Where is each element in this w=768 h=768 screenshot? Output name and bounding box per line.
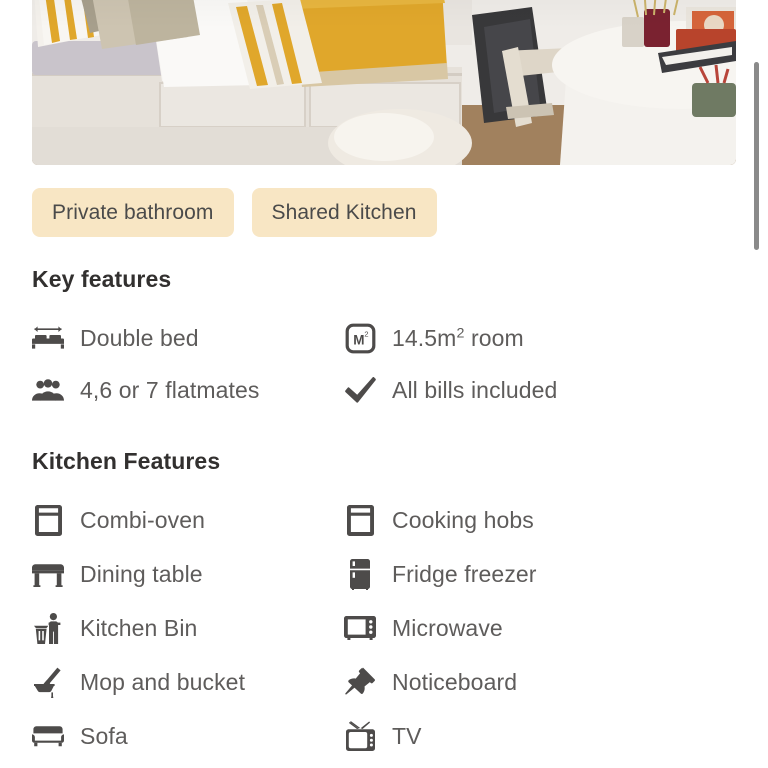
feature-label: All bills included bbox=[392, 376, 558, 403]
feature-combi-oven: Combi-oven bbox=[28, 500, 340, 540]
feature-room-size: M 2 14.5m2 room bbox=[340, 318, 728, 358]
feature-label: Cooking hobs bbox=[392, 506, 534, 533]
feature-bills-included: All bills included bbox=[340, 370, 728, 410]
fridge-freezer-icon bbox=[340, 557, 380, 591]
feature-dining-table: Dining table bbox=[28, 554, 340, 594]
noticeboard-pin-icon bbox=[340, 665, 380, 699]
property-listing-page: Private bathroom Shared Kitchen Key feat… bbox=[0, 0, 768, 768]
kitchen-bin-icon bbox=[28, 611, 68, 645]
feature-label: Double bed bbox=[80, 324, 199, 351]
svg-text:M: M bbox=[353, 332, 364, 347]
feature-label: 14.5m2 room bbox=[392, 325, 524, 352]
feature-tv: TV bbox=[340, 716, 728, 756]
key-features-heading: Key features bbox=[32, 266, 172, 292]
feature-mop-and-bucket: Mop and bucket bbox=[28, 662, 340, 702]
feature-label: Sofa bbox=[80, 722, 128, 749]
mop-bucket-icon bbox=[28, 665, 68, 699]
svg-text:2: 2 bbox=[364, 329, 368, 338]
flatmates-group-icon bbox=[28, 373, 68, 407]
property-tag-list: Private bathroom Shared Kitchen bbox=[32, 188, 437, 237]
dining-table-icon bbox=[28, 557, 68, 591]
feature-label: Noticeboard bbox=[392, 668, 518, 695]
feature-label: Combi-oven bbox=[80, 506, 205, 533]
oven-icon bbox=[28, 503, 68, 537]
feature-label: Dining table bbox=[80, 560, 203, 587]
feature-fridge-freezer: Fridge freezer bbox=[340, 554, 728, 594]
room-size-suffix: room bbox=[464, 324, 524, 351]
feature-double-bed: Double bed bbox=[28, 318, 340, 358]
feature-cooking-hobs: Cooking hobs bbox=[340, 500, 728, 540]
feature-label: Fridge freezer bbox=[392, 560, 537, 587]
feature-label: Microwave bbox=[392, 614, 503, 641]
cooking-hobs-icon bbox=[340, 503, 380, 537]
key-features-grid: Double bed M 2 14.5m2 room 4,6 or 7 flat… bbox=[28, 318, 728, 410]
kitchen-features-grid: Combi-oven Cooking hobs Dining table Fri… bbox=[28, 500, 728, 756]
feature-microwave: Microwave bbox=[340, 608, 728, 648]
tag-shared-kitchen[interactable]: Shared Kitchen bbox=[251, 188, 437, 237]
sofa-icon bbox=[28, 719, 68, 753]
feature-sofa: Sofa bbox=[28, 716, 340, 756]
kitchen-features-heading: Kitchen Features bbox=[32, 448, 221, 474]
feature-noticeboard: Noticeboard bbox=[340, 662, 728, 702]
page-scrollbar-thumb[interactable] bbox=[754, 62, 759, 250]
checkmark-icon bbox=[340, 373, 380, 407]
double-bed-icon bbox=[28, 321, 68, 355]
room-size-value: 14.5m bbox=[392, 324, 457, 351]
feature-label: Kitchen Bin bbox=[80, 614, 198, 641]
feature-label: Mop and bucket bbox=[80, 668, 246, 695]
square-metres-icon: M 2 bbox=[340, 321, 380, 355]
feature-label: TV bbox=[392, 722, 422, 749]
microwave-icon bbox=[340, 611, 380, 645]
feature-flatmates: 4,6 or 7 flatmates bbox=[28, 370, 340, 410]
room-photo-illustration bbox=[32, 0, 736, 165]
tv-icon bbox=[340, 719, 380, 753]
feature-label: 4,6 or 7 flatmates bbox=[80, 376, 260, 403]
room-photo[interactable] bbox=[32, 0, 736, 165]
tag-private-bathroom[interactable]: Private bathroom bbox=[32, 188, 234, 237]
feature-kitchen-bin: Kitchen Bin bbox=[28, 608, 340, 648]
